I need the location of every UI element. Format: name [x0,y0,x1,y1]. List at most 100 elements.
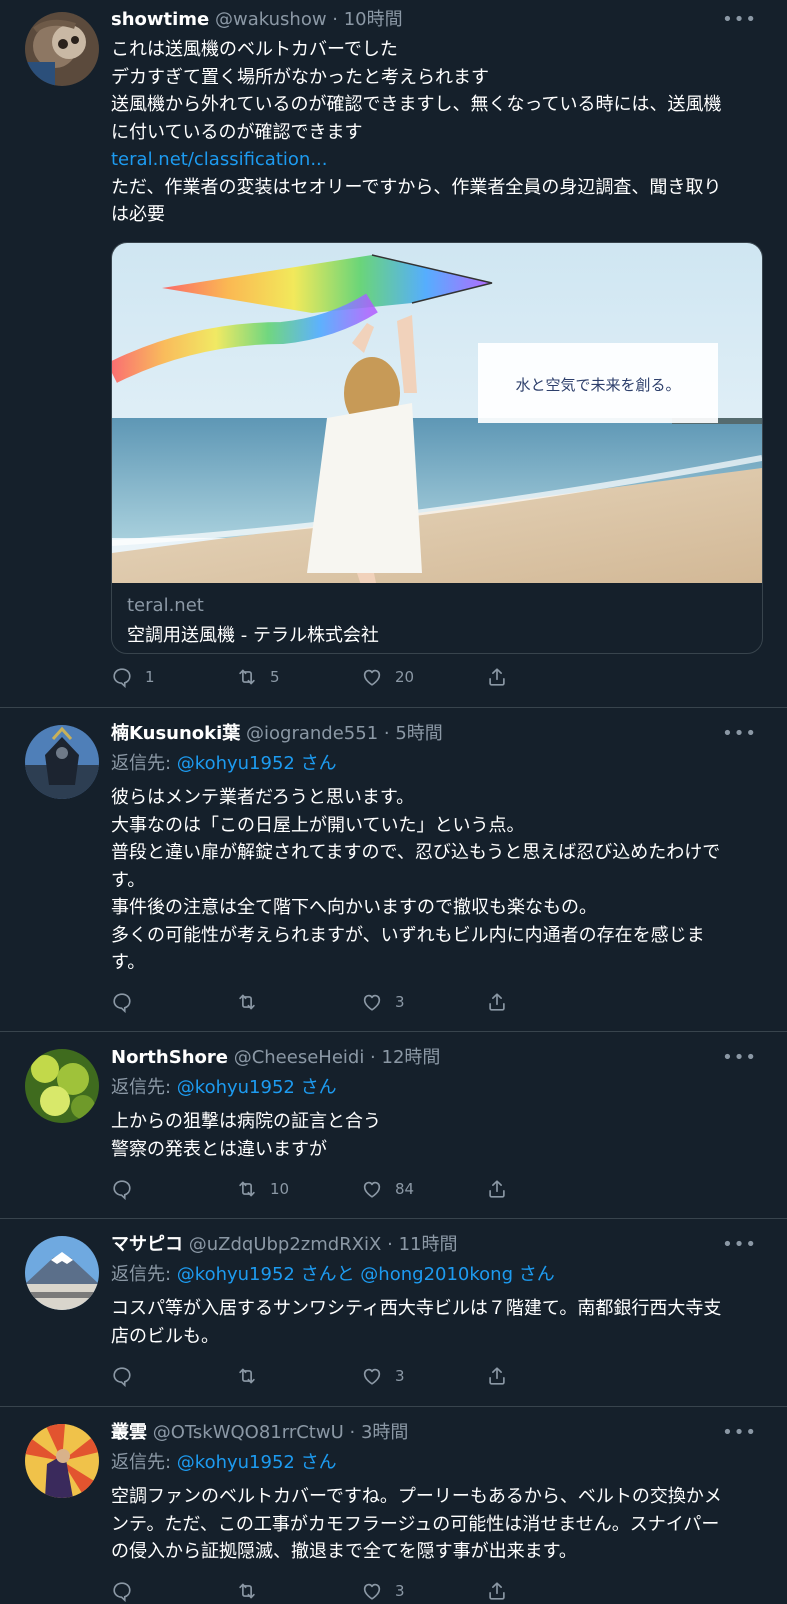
reply-to-link[interactable]: @kohyu1952 さんと @hong2010kong さん [177,1264,555,1285]
share-button[interactable] [486,1176,520,1202]
tweet-text-line: 大事なのは「この日屋上が開いていた」という点。 [111,814,525,836]
tweet[interactable]: NorthShore @CheeseHeidi · 12時間 ••• 返信先: … [0,1031,787,1219]
retweet-icon [236,1178,258,1200]
retweet-count: 10 [270,1180,290,1198]
like-button[interactable]: 20 [361,664,414,690]
user-handle[interactable]: @OTskWQO81rrCtwU [153,1422,344,1443]
avatar[interactable] [25,725,99,799]
retweet-icon [236,1365,258,1387]
share-button[interactable] [486,1578,520,1604]
reply-button[interactable] [111,989,145,1015]
retweet-button[interactable]: 5 [236,664,280,690]
tweet-text-line: 送風機から外れているのが確認できますし、無くなっている時には、送風機 [111,94,722,115]
like-icon [361,991,383,1013]
reply-prefix: 返信先: [111,1264,177,1285]
display-name[interactable]: マサピコ [111,1234,183,1255]
tweet-text-line: 上からの狙撃は病院の証言と合う [111,1111,381,1132]
like-button[interactable]: 3 [361,1578,405,1604]
like-count: 3 [395,1582,405,1600]
card-image-text: 水と空気で未来を創る。 [515,376,680,394]
tweet-actions: 10 84 [111,1176,531,1202]
display-name[interactable]: 叢雲 [111,1422,147,1443]
retweet-button[interactable]: 10 [236,1176,289,1202]
tweet-text-line: 警察の発表とは違いますが [111,1138,327,1160]
tweet[interactable]: showtime @wakushow · 10時間 ••• これは送風機のベルト… [0,0,787,708]
like-icon [361,1365,383,1387]
more-options-icon[interactable]: ••• [722,1231,757,1259]
reply-button[interactable] [111,1363,145,1389]
retweet-button[interactable] [236,1363,270,1389]
tweet-text: 空調ファンのベルトカバーですね。プーリーもあるから、ベルトの交換かメ ンテ。ただ… [111,1483,761,1566]
tweet-text-line: これは送風機のベルトカバーでした [111,39,398,60]
user-handle[interactable]: @uZdqUbp2zmdRXiX [189,1234,382,1255]
user-handle[interactable]: @iogrande551 [246,723,378,744]
reply-icon [111,1365,133,1387]
tweet-header: NorthShore @CheeseHeidi · 12時間 ••• [111,1044,767,1072]
more-options-icon[interactable]: ••• [722,1044,757,1072]
reply-to-link[interactable]: @kohyu1952 さん [177,753,337,774]
user-handle[interactable]: @wakushow [215,9,327,30]
tweet-actions: 1 5 20 [111,664,531,690]
reply-prefix: 返信先: [111,753,177,774]
tweet[interactable]: 楠Kusunoki葉 @iogrande551 · 5時間 ••• 返信先: @… [0,707,787,1032]
reply-button[interactable]: 1 [111,664,155,690]
share-icon [486,666,508,688]
timestamp[interactable]: 10時間 [344,9,403,30]
share-button[interactable] [486,1363,520,1389]
reply-context: 返信先: @kohyu1952 さん [111,1449,337,1477]
more-options-icon[interactable]: ••• [722,720,757,748]
reply-button[interactable] [111,1578,145,1604]
reply-context: 返信先: @kohyu1952 さん [111,1074,337,1102]
avatar[interactable] [25,1049,99,1123]
share-button[interactable] [486,989,520,1015]
share-icon [486,1365,508,1387]
retweet-button[interactable] [236,1578,270,1604]
tweet-text-line: コスパ等が入居するサンワシティ西大寺ビルは７階建て。南都銀行西大寺支 [111,1298,722,1319]
reply-context: 返信先: @kohyu1952 さん [111,750,337,778]
reply-to-link[interactable]: @kohyu1952 さん [177,1452,337,1473]
avatar[interactable] [25,1424,99,1498]
like-count: 84 [395,1180,415,1198]
tweet-text-line: デカすぎて置く場所がなかったと考えられます [111,66,489,88]
tweet[interactable]: 叢雲 @OTskWQO81rrCtwU · 3時間 ••• 返信先: @kohy… [0,1406,787,1600]
reply-count: 1 [145,668,155,686]
like-icon [361,666,383,688]
avatar[interactable] [25,12,99,86]
like-button[interactable]: 84 [361,1176,414,1202]
card-image[interactable]: 水と空気で未来を創る。 [112,243,762,588]
tweet-text-line: す。 [111,869,146,891]
link-card[interactable]: 水と空気で未来を創る。 teral.net 空調用送風機 - テラル株式会社 [111,242,763,654]
tweet-text-line: 空調ファンのベルトカバーですね。プーリーもあるから、ベルトの交換かメ [111,1486,722,1507]
tweet-text-line: の侵入から証拠隠滅、撤退まで全てを隠す事が出来ます。 [111,1541,577,1562]
timestamp[interactable]: 3時間 [361,1422,408,1443]
like-icon [361,1178,383,1200]
avatar[interactable] [25,1236,99,1310]
retweet-icon [236,666,258,688]
like-button[interactable]: 3 [361,1363,405,1389]
tweet-actions: 3 [111,989,531,1015]
tweet-header: 楠Kusunoki葉 @iogrande551 · 5時間 ••• [111,720,767,748]
reply-button[interactable] [111,1176,145,1202]
like-button[interactable]: 3 [361,989,405,1015]
more-options-icon[interactable]: ••• [722,6,757,34]
tweet-text: 上からの狙撃は病院の証言と合う 警察の発表とは違いますが [111,1108,761,1163]
share-button[interactable] [486,664,520,690]
tweet-link[interactable]: teral.net/classification... [111,146,761,174]
tweet-text-line: は必要 [111,204,165,225]
card-domain: teral.net [127,595,204,616]
reply-to-link[interactable]: @kohyu1952 さん [177,1077,337,1098]
user-handle[interactable]: @CheeseHeidi [234,1047,365,1068]
display-name[interactable]: 楠Kusunoki葉 [111,723,240,744]
more-options-icon[interactable]: ••• [722,1419,757,1447]
retweet-button[interactable] [236,989,270,1015]
tweet[interactable]: マサピコ @uZdqUbp2zmdRXiX · 11時間 ••• 返信先: @k… [0,1218,787,1407]
timestamp[interactable]: 12時間 [382,1047,441,1068]
timestamp[interactable]: 5時間 [395,723,442,744]
reply-icon [111,666,133,688]
share-icon [486,991,508,1013]
display-name[interactable]: NorthShore [111,1047,228,1068]
timestamp[interactable]: 11時間 [399,1234,458,1255]
display-name[interactable]: showtime [111,9,209,30]
tweet-text-line: す。 [111,952,146,973]
tweet-text-line: 事件後の注意は全て階下へ向かいますので撤収も楽なもの。 [111,897,597,918]
